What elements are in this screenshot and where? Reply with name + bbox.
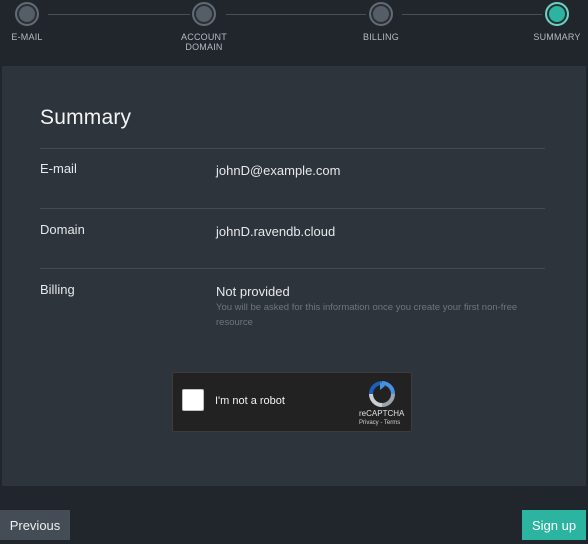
billing-hint: You will be asked for this information o… xyxy=(216,302,518,328)
recaptcha-logo-icon xyxy=(369,381,395,407)
step-circle-icon xyxy=(369,2,393,26)
page-title: Summary xyxy=(40,106,132,129)
step-circle-icon xyxy=(15,2,39,26)
step-billing[interactable]: BILLING xyxy=(356,2,406,42)
divider xyxy=(40,148,545,149)
billing-label: Billing xyxy=(40,282,75,297)
step-summary[interactable]: SUMMARY xyxy=(532,2,582,42)
billing-value: Not provided xyxy=(216,284,290,299)
signup-stepper: E-MAIL ACCOUNT DOMAIN BILLING SUMMARY xyxy=(0,0,588,64)
recaptcha-privacy-terms-link[interactable]: Privacy - Terms xyxy=(359,420,400,426)
divider xyxy=(40,268,545,269)
stepper-connector xyxy=(226,14,366,15)
recaptcha-brand: reCAPTCHA xyxy=(359,409,405,418)
recaptcha-label: I'm not a robot xyxy=(215,395,285,407)
step-label: ACCOUNT xyxy=(181,32,227,42)
email-value: johnD@example.com xyxy=(216,163,341,178)
step-circle-active-icon xyxy=(545,2,569,26)
divider xyxy=(40,208,545,209)
recaptcha-widget: I'm not a robot reCAPTCHA Privacy - Term… xyxy=(172,372,412,432)
step-label: SUMMARY xyxy=(533,32,581,42)
step-label: E-MAIL xyxy=(11,32,43,42)
recaptcha-checkbox[interactable] xyxy=(182,389,204,411)
step-account-domain[interactable]: ACCOUNT DOMAIN xyxy=(174,2,234,52)
stepper-connector xyxy=(48,14,190,15)
step-label: BILLING xyxy=(363,32,399,42)
domain-value: johnD.ravendb.cloud xyxy=(216,224,336,239)
signup-button[interactable]: Sign up xyxy=(522,510,586,540)
email-label: E-mail xyxy=(40,161,77,176)
step-email[interactable]: E-MAIL xyxy=(7,2,47,42)
step-label: DOMAIN xyxy=(185,42,223,52)
summary-card: Summary E-mail johnD@example.com Domain … xyxy=(2,66,586,486)
previous-button[interactable]: Previous xyxy=(0,510,70,540)
stepper-connector xyxy=(402,14,542,15)
domain-label: Domain xyxy=(40,222,85,237)
step-circle-icon xyxy=(192,2,216,26)
